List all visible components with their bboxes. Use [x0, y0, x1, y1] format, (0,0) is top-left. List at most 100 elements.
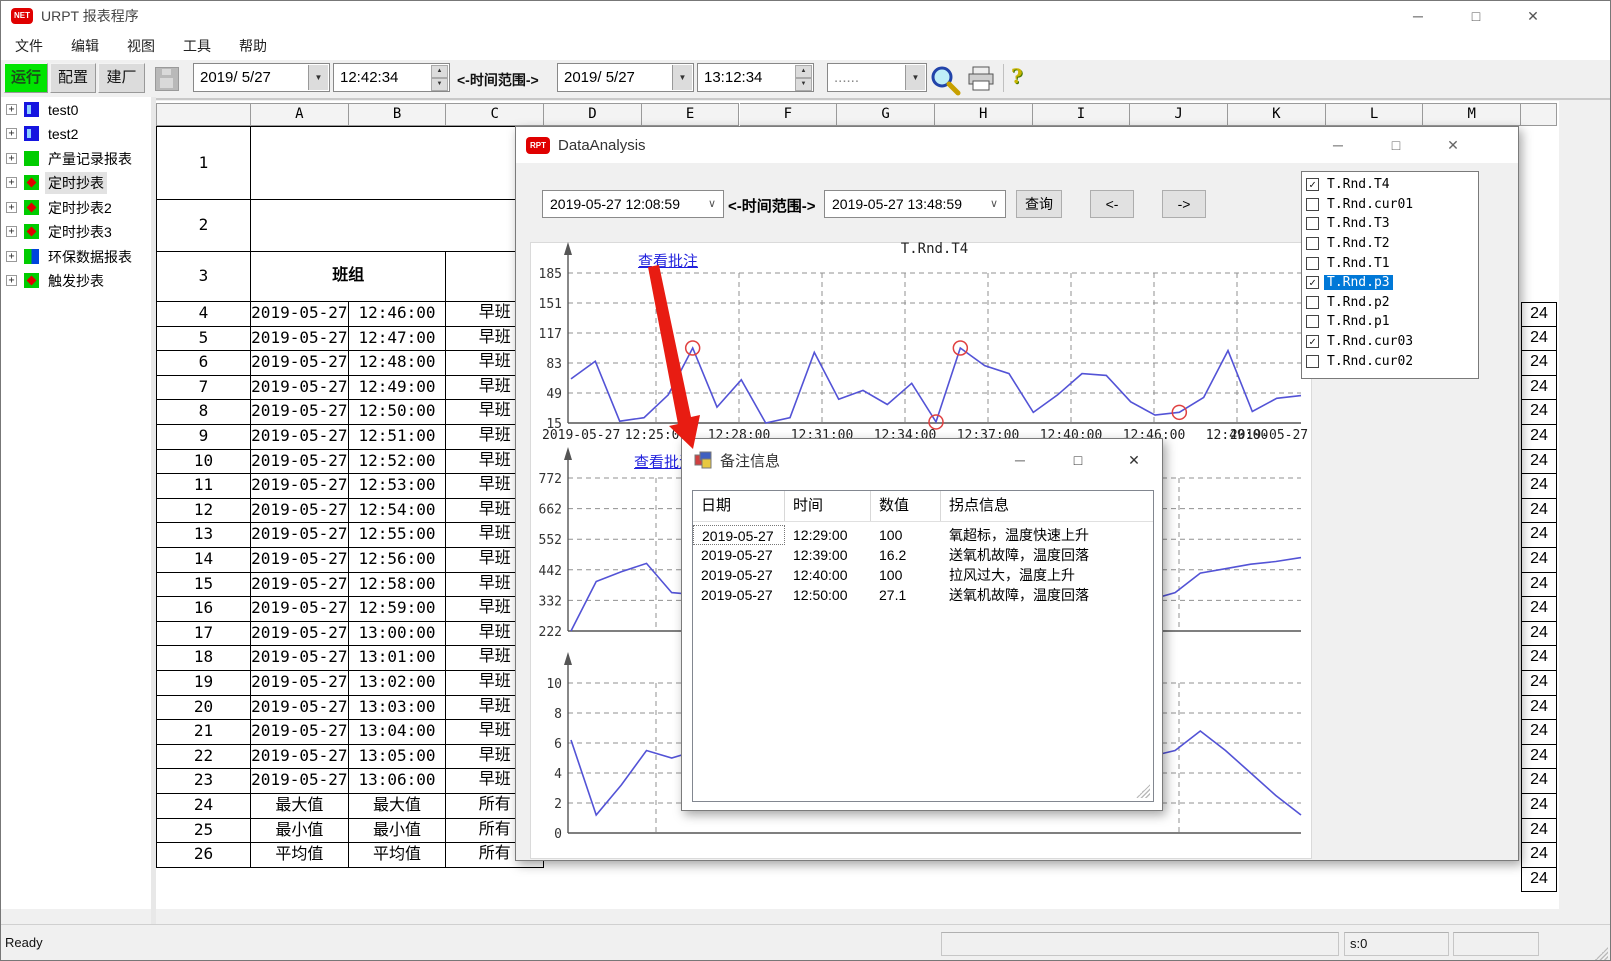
right-col-cell[interactable]: 24 [1521, 843, 1557, 868]
sidebar-item-3[interactable]: +定时抄表 [1, 172, 151, 193]
row-header-21[interactable]: 21 [156, 720, 251, 745]
right-col-cell[interactable]: 24 [1521, 868, 1557, 893]
row-header-2[interactable]: 2 [156, 200, 251, 252]
build-button[interactable]: 建厂 [98, 63, 145, 93]
cell-b15[interactable]: 12:58:00 [349, 573, 447, 598]
remark-cell[interactable]: 送氧机故障，温度回落 [941, 545, 1153, 565]
maximize-button[interactable]: □ [1459, 3, 1493, 29]
remark-cell[interactable]: 送氧机故障，温度回落 [941, 585, 1153, 605]
right-col-cell[interactable]: 24 [1521, 376, 1557, 401]
sidebar-item-2[interactable]: +产量记录报表 [1, 148, 151, 169]
next-button[interactable]: -> [1162, 190, 1206, 218]
expand-icon[interactable]: + [6, 153, 17, 164]
corner-header[interactable] [156, 103, 251, 126]
row-header-18[interactable]: 18 [156, 646, 251, 671]
end-time-spinner[interactable]: 13:12:34 ▲▼ [697, 63, 814, 92]
remark-cell[interactable]: 2019-05-27 [693, 585, 785, 605]
column-header-C[interactable]: C [446, 103, 544, 126]
sidebar-item-6[interactable]: +环保数据报表 [1, 246, 151, 267]
checkbox-checked-icon[interactable]: ✓ [1306, 335, 1319, 348]
column-header-A[interactable]: A [251, 103, 349, 126]
right-col-cell[interactable]: 24 [1521, 794, 1557, 819]
checkbox-checked-icon[interactable]: ✓ [1306, 276, 1319, 289]
checkbox-unchecked-icon[interactable] [1306, 355, 1319, 368]
right-col-cell[interactable]: 24 [1521, 745, 1557, 770]
menu-item-3[interactable]: 工具 [169, 36, 225, 56]
cell-b21[interactable]: 13:04:00 [349, 720, 447, 745]
cell-a16[interactable]: 2019-05-27 [251, 597, 349, 622]
cell-b16[interactable]: 12:59:00 [349, 597, 447, 622]
row-header-17[interactable]: 17 [156, 622, 251, 647]
row-header-1[interactable]: 1 [156, 126, 251, 200]
remark-col-header-3[interactable]: 拐点信息 [941, 491, 1153, 521]
row-header-9[interactable]: 9 [156, 425, 251, 450]
checkbox-unchecked-icon[interactable] [1306, 217, 1319, 230]
sidebar-item-0[interactable]: +test0 [1, 99, 151, 120]
right-col-cell[interactable]: 24 [1521, 597, 1557, 622]
cell-a6[interactable]: 2019-05-27 [251, 351, 349, 376]
cell-a11[interactable]: 2019-05-27 [251, 474, 349, 499]
remark-cell[interactable]: 27.1 [871, 585, 941, 605]
cell-b10[interactable]: 12:52:00 [349, 450, 447, 475]
cell-a10[interactable]: 2019-05-27 [251, 450, 349, 475]
remark-cell[interactable]: 16.2 [871, 545, 941, 565]
analysis-from-picker[interactable]: 2019-05-27 12:08:59 ∨ [542, 190, 724, 218]
remark-cell[interactable]: 拉风过大，温度上升 [941, 565, 1153, 585]
right-col-cell[interactable]: 24 [1521, 400, 1557, 425]
row-header-19[interactable]: 19 [156, 671, 251, 696]
end-date-dropdown-icon[interactable]: ▼ [672, 65, 692, 90]
cell-a15[interactable]: 2019-05-27 [251, 573, 349, 598]
start-time-spin-buttons[interactable]: ▲▼ [431, 65, 448, 90]
row-header-14[interactable]: 14 [156, 548, 251, 573]
column-header-G[interactable]: G [837, 103, 935, 126]
row-header-8[interactable]: 8 [156, 400, 251, 425]
remark-cell[interactable]: 2019-05-27 [693, 525, 785, 545]
cell-b25[interactable]: 最小值 [349, 819, 447, 844]
series-item-8[interactable]: ✓T.Rnd.cur03 [1302, 332, 1478, 352]
row-header-15[interactable]: 15 [156, 573, 251, 598]
cell-a26[interactable]: 平均值 [251, 843, 349, 868]
column-header-E[interactable]: E [642, 103, 740, 126]
remark-cell[interactable]: 100 [871, 525, 941, 545]
window-resize-grip[interactable] [1594, 947, 1608, 961]
analysis-close-button[interactable]: ✕ [1437, 132, 1469, 158]
close-button[interactable]: ✕ [1516, 3, 1550, 29]
row-header-16[interactable]: 16 [156, 597, 251, 622]
help-icon[interactable]: ? [1011, 64, 1023, 88]
cell-a14[interactable]: 2019-05-27 [251, 548, 349, 573]
right-col-cell[interactable]: 24 [1521, 573, 1557, 598]
row-header-26[interactable]: 26 [156, 843, 251, 868]
menu-item-1[interactable]: 编辑 [57, 36, 113, 56]
row-header-11[interactable]: 11 [156, 474, 251, 499]
cell-a19[interactable]: 2019-05-27 [251, 671, 349, 696]
right-col-cell[interactable]: 24 [1521, 548, 1557, 573]
remark-cell[interactable]: 2019-05-27 [693, 545, 785, 565]
cell-b22[interactable]: 13:05:00 [349, 745, 447, 770]
right-col-cell[interactable]: 24 [1521, 450, 1557, 475]
series-item-2[interactable]: T.Rnd.T3 [1302, 214, 1478, 234]
right-col-cell[interactable]: 24 [1521, 327, 1557, 352]
column-header-K[interactable]: K [1228, 103, 1326, 126]
search-icon[interactable] [929, 64, 961, 96]
right-col-cell[interactable]: 24 [1521, 474, 1557, 499]
menu-item-4[interactable]: 帮助 [225, 36, 281, 56]
checkbox-unchecked-icon[interactable] [1306, 296, 1319, 309]
minimize-button[interactable]: ─ [1401, 3, 1435, 29]
cell-a18[interactable]: 2019-05-27 [251, 646, 349, 671]
cell-a4[interactable]: 2019-05-27 [251, 302, 349, 327]
cell-b12[interactable]: 12:54:00 [349, 499, 447, 524]
analysis-to-picker[interactable]: 2019-05-27 13:48:59 ∨ [824, 190, 1006, 218]
cell-a17[interactable]: 2019-05-27 [251, 622, 349, 647]
series-item-5[interactable]: ✓T.Rnd.p3 [1302, 273, 1478, 293]
remark-close-button[interactable]: ✕ [1118, 447, 1150, 473]
right-col-cell[interactable]: 24 [1521, 499, 1557, 524]
expand-icon[interactable]: + [6, 275, 17, 286]
column-header-L[interactable]: L [1326, 103, 1424, 126]
checkbox-unchecked-icon[interactable] [1306, 198, 1319, 211]
right-col-cell[interactable]: 24 [1521, 671, 1557, 696]
checkbox-unchecked-icon[interactable] [1306, 315, 1319, 328]
cell-a23[interactable]: 2019-05-27 [251, 769, 349, 794]
remark-cell[interactable]: 100 [871, 565, 941, 585]
view-note-link-1[interactable]: 查看批注 [638, 250, 698, 271]
column-header-D[interactable]: D [544, 103, 642, 126]
